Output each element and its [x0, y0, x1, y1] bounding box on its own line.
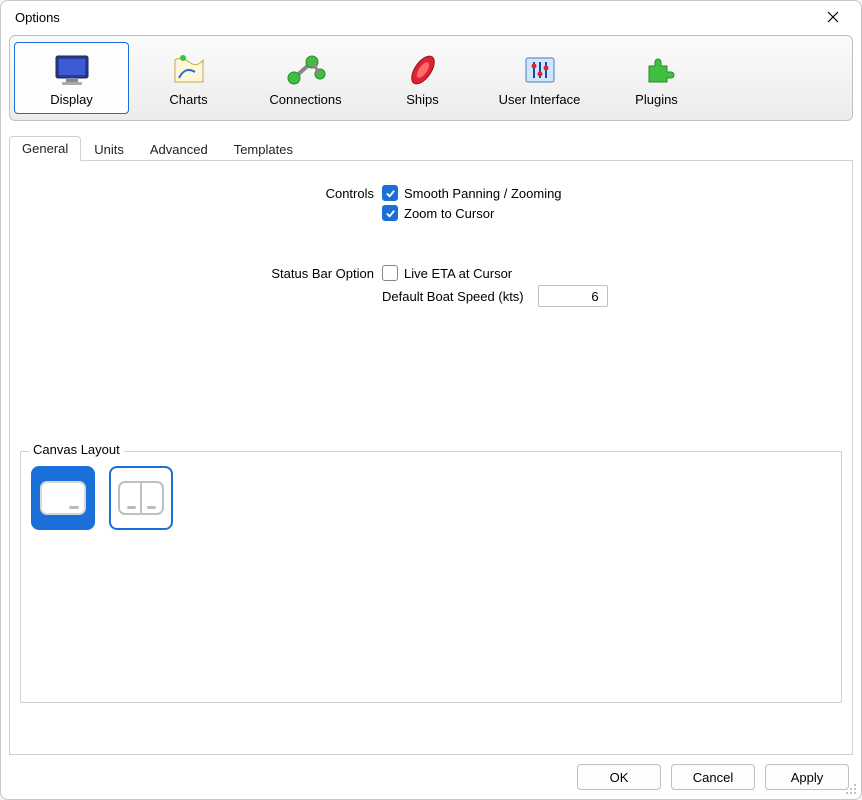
tab-templates[interactable]: Templates — [221, 137, 306, 161]
category-label: Charts — [169, 92, 207, 107]
category-label: Connections — [269, 92, 341, 107]
ok-button[interactable]: OK — [577, 764, 661, 790]
charts-icon — [169, 52, 209, 88]
close-button[interactable] — [813, 5, 853, 29]
category-user-interface[interactable]: User Interface — [482, 42, 597, 114]
canvas-layout-legend: Canvas Layout — [29, 442, 124, 457]
live-eta-checkbox[interactable] — [382, 265, 398, 281]
statusbar-label: Status Bar Option — [26, 266, 382, 281]
canvas-layout-single[interactable] — [31, 466, 95, 530]
category-label: Display — [50, 92, 93, 107]
tab-general[interactable]: General — [9, 136, 81, 161]
close-icon — [827, 11, 839, 23]
tab-advanced[interactable]: Advanced — [137, 137, 221, 161]
zoom-to-cursor-checkbox[interactable] — [382, 205, 398, 221]
ships-icon — [403, 52, 443, 88]
smooth-panning-checkbox[interactable] — [382, 185, 398, 201]
category-toolbar: Display Charts — [9, 35, 853, 121]
category-label: Plugins — [635, 92, 678, 107]
boat-speed-input[interactable] — [538, 285, 608, 307]
category-label: Ships — [406, 92, 439, 107]
content: Display Charts — [9, 35, 853, 755]
controls-label: Controls — [26, 186, 382, 201]
resize-grip-icon[interactable] — [844, 782, 858, 796]
subtabs: General Units Advanced Templates — [9, 135, 853, 161]
user-interface-icon — [520, 52, 560, 88]
category-display[interactable]: Display — [14, 42, 129, 114]
tab-units[interactable]: Units — [81, 137, 137, 161]
canvas-layout-group: Canvas Layout — [20, 451, 842, 703]
category-plugins[interactable]: Plugins — [599, 42, 714, 114]
dialog-footer: OK Cancel Apply — [1, 755, 861, 799]
apply-button[interactable]: Apply — [765, 764, 849, 790]
category-ships[interactable]: Ships — [365, 42, 480, 114]
connections-icon — [286, 52, 326, 88]
plugins-icon — [637, 52, 677, 88]
titlebar: Options — [1, 1, 861, 33]
category-connections[interactable]: Connections — [248, 42, 363, 114]
category-label: User Interface — [499, 92, 581, 107]
category-charts[interactable]: Charts — [131, 42, 246, 114]
display-icon — [52, 52, 92, 88]
tab-panel-general: Controls Smooth Panning / Zooming Zoom t… — [9, 161, 853, 755]
zoom-to-cursor-label: Zoom to Cursor — [404, 206, 494, 221]
boat-speed-label: Default Boat Speed (kts) — [382, 289, 524, 304]
split-pane-icon — [117, 478, 165, 518]
options-window: Options Display — [0, 0, 862, 800]
single-pane-icon — [39, 478, 87, 518]
smooth-panning-label: Smooth Panning / Zooming — [404, 186, 562, 201]
canvas-layout-split[interactable] — [109, 466, 173, 530]
live-eta-label: Live ETA at Cursor — [404, 266, 512, 281]
cancel-button[interactable]: Cancel — [671, 764, 755, 790]
window-title: Options — [15, 10, 60, 25]
